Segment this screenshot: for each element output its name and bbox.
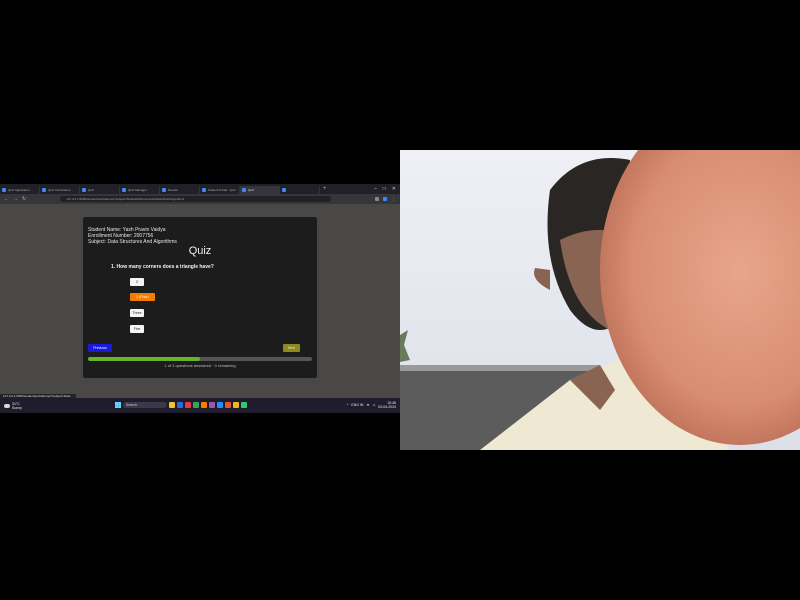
forward-icon[interactable]: →: [13, 196, 18, 202]
taskbar: 31°C Sunny Search ^ ENG IN ≋ ◁ 10:46 03-…: [0, 398, 400, 413]
reload-icon[interactable]: ↻: [22, 196, 26, 202]
tab-favicon-icon: [42, 188, 46, 192]
url-field[interactable]: 127.0.0.1:5000/student/quiz/attempt?subj…: [60, 196, 331, 202]
tab-favicon-icon: [282, 188, 286, 192]
tab-label: Quiz Instructions: [48, 188, 71, 192]
taskbar-apps: Search: [115, 402, 247, 408]
weather-widget[interactable]: 31°C Sunny: [4, 402, 22, 410]
menu-icon[interactable]: ⋮: [391, 196, 396, 202]
windows-start-icon[interactable]: [115, 402, 121, 408]
taskbar-app-icon[interactable]: [201, 402, 207, 408]
browser-tab[interactable]: [280, 186, 320, 194]
taskbar-app-icon[interactable]: [185, 402, 191, 408]
close-icon[interactable]: ✕: [392, 186, 396, 192]
window-controls: – □ ✕: [374, 186, 400, 192]
progress-bar: [88, 357, 312, 361]
tab-favicon-icon: [242, 188, 246, 192]
tab-favicon-icon: [82, 188, 86, 192]
quiz-title: Quiz: [188, 245, 212, 257]
taskbar-search[interactable]: Search: [123, 402, 167, 408]
tab-label: Quiz: [248, 188, 255, 192]
address-bar: ← → ↻ 127.0.0.1:5000/student/quiz/attemp…: [0, 194, 400, 204]
tab-label: Quiz Application: [8, 188, 30, 192]
browser-tab[interactable]: Quiz: [80, 186, 120, 194]
browser-tab[interactable]: Results: [160, 186, 200, 194]
option-button[interactable]: 2: [130, 278, 144, 286]
weather-desc: Sunny: [12, 405, 22, 410]
webcam-image: [400, 150, 800, 450]
extension-icon[interactable]: [383, 197, 387, 201]
browser-tab[interactable]: Student Portal - Quiz: [200, 186, 240, 194]
tab-favicon-icon: [2, 188, 6, 192]
progress-fill: [88, 357, 200, 361]
page-content: Student Name: Yash Pravin Vaidya Enrollm…: [0, 204, 400, 398]
question-text: 1. How many corners does a triangle have…: [111, 264, 214, 270]
browser-tab[interactable]: Quiz: [240, 186, 280, 194]
chevron-up-icon[interactable]: ^: [347, 403, 349, 407]
taskbar-app-icon[interactable]: [169, 402, 175, 408]
option-button[interactable]: Three: [130, 309, 144, 317]
browser-tab[interactable]: Quiz Application: [0, 186, 40, 194]
tab-favicon-icon: [122, 188, 126, 192]
tab-label: Quiz Manager: [128, 188, 147, 192]
progress-text: 1 of 1 questions answered · 0 remaining: [164, 363, 236, 368]
tab-bar: Quiz Application Quiz Instructions Quiz Qui…: [0, 184, 400, 194]
taskbar-app-icon[interactable]: [241, 402, 247, 408]
taskbar-app-icon[interactable]: [193, 402, 199, 408]
tab-favicon-icon: [162, 188, 166, 192]
pinned-apps: [169, 402, 247, 408]
taskbar-app-icon[interactable]: [177, 402, 183, 408]
screen-share: Quiz Application Quiz Instructions Quiz Qui…: [0, 184, 400, 413]
cloud-icon: [4, 403, 10, 408]
tab-list: Quiz Application Quiz Instructions Quiz Qui…: [0, 184, 320, 194]
tab-label: Student Portal - Quiz: [208, 188, 236, 192]
clock-date: 03-04-2024: [378, 405, 396, 409]
taskbar-app-icon[interactable]: [225, 402, 231, 408]
tab-label: Quiz: [88, 188, 95, 192]
tab-label: Results: [168, 188, 179, 192]
volume-icon[interactable]: ◁: [372, 403, 375, 407]
taskbar-app-icon[interactable]: [217, 402, 223, 408]
minimize-icon[interactable]: –: [374, 186, 377, 192]
option-button-selected[interactable]: 3 (Four): [130, 293, 155, 301]
option-button[interactable]: Five: [130, 325, 144, 333]
system-tray: ^ ENG IN ≋ ◁ 10:46 03-04-2024: [347, 401, 396, 409]
taskbar-app-icon[interactable]: [209, 402, 215, 408]
previous-button[interactable]: Previous: [88, 344, 112, 352]
new-tab-button[interactable]: +: [323, 186, 327, 192]
student-info: Student Name: Yash Pravin Vaidya Enrollm…: [88, 227, 177, 245]
wifi-icon[interactable]: ≋: [366, 403, 369, 407]
language-indicator[interactable]: ENG IN: [351, 403, 363, 407]
browser-tab[interactable]: Quiz Manager: [120, 186, 160, 194]
tab-favicon-icon: [202, 188, 206, 192]
next-button[interactable]: Next: [283, 344, 300, 352]
back-icon[interactable]: ←: [4, 196, 9, 202]
clock[interactable]: 10:46 03-04-2024: [378, 401, 396, 409]
maximize-icon[interactable]: □: [383, 186, 386, 192]
quiz-card: Student Name: Yash Pravin Vaidya Enrollm…: [83, 217, 317, 378]
browser-tab[interactable]: Quiz Instructions: [40, 186, 80, 194]
webcam-feed: [400, 150, 800, 450]
extension-icon[interactable]: [375, 197, 379, 201]
taskbar-app-icon[interactable]: [233, 402, 239, 408]
